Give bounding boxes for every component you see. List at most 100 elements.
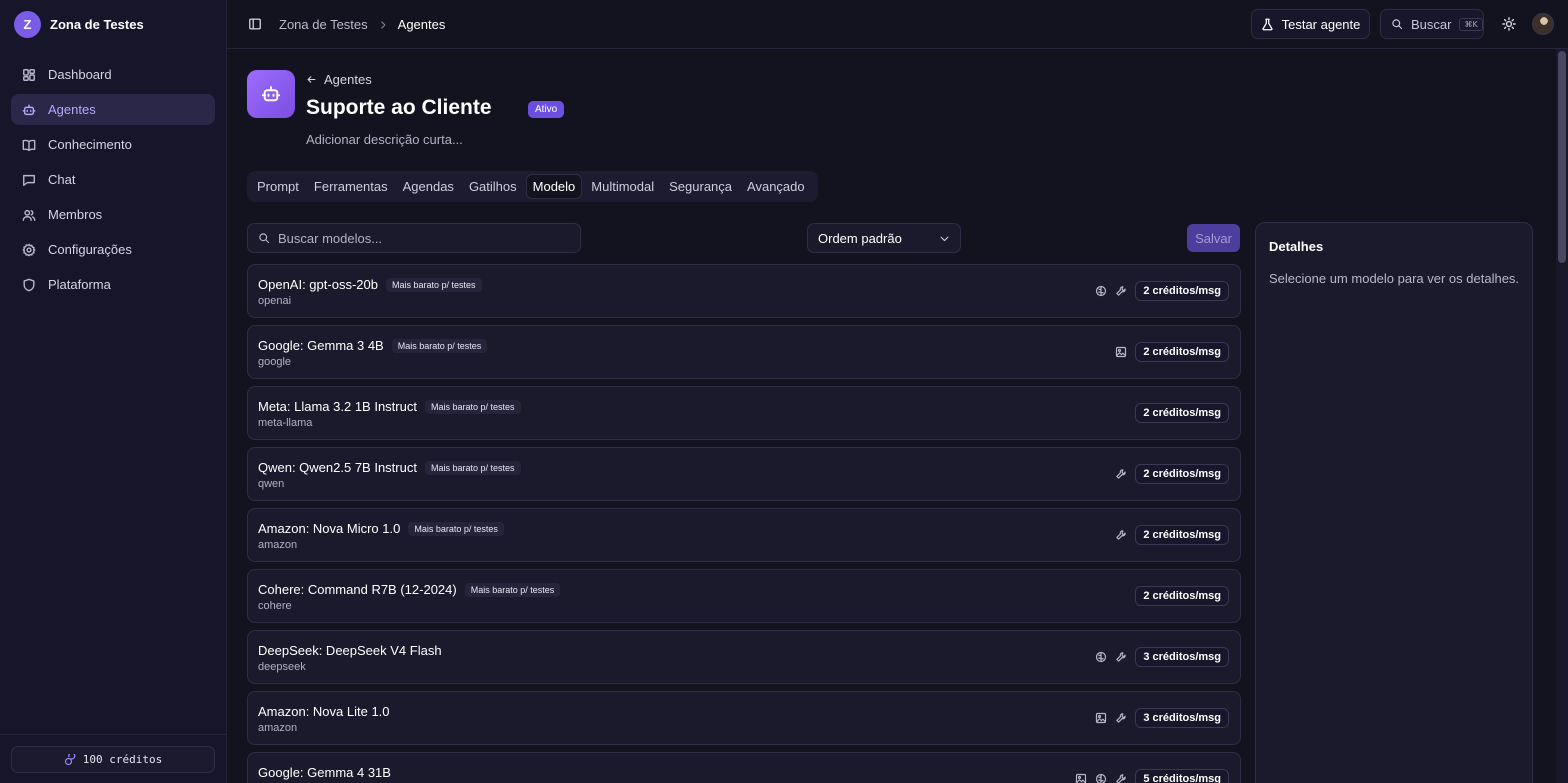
users-icon [22, 208, 36, 222]
model-name-line: Google: Gemma 4 31B [258, 765, 391, 780]
agent-description-field[interactable]: Adicionar descrição curta... [306, 132, 463, 147]
model-name-line: OpenAI: gpt-oss-20b Mais barato p/ testes [258, 277, 482, 292]
tab-agendas[interactable]: Agendas [397, 174, 460, 199]
model-name-line: DeepSeek: DeepSeek V4 Flash [258, 643, 442, 658]
shortcut-badge: ⌘K [1459, 17, 1483, 31]
model-provider: google [258, 356, 292, 368]
tab-avancado[interactable]: Avançado [741, 174, 811, 199]
model-row[interactable]: Google: Gemma 4 31Bgoogle5 créditos/msg [247, 752, 1241, 783]
price-badge: 2 créditos/msg [1135, 403, 1229, 423]
cheapest-badge: Mais barato p/ testes [391, 338, 488, 353]
topbar: Zona de Testes Agentes Testar agente Bus… [227, 0, 1568, 49]
agent-avatar [247, 70, 295, 118]
price-badge: 2 créditos/msg [1135, 342, 1229, 362]
cheapest-badge: Mais barato p/ testes [464, 582, 561, 597]
global-search-button[interactable]: Buscar ⌘K [1380, 9, 1484, 39]
price-badge: 3 créditos/msg [1135, 647, 1229, 667]
image-icon [1115, 346, 1127, 358]
sidebar-item-configuracoes[interactable]: Configurações [11, 234, 215, 265]
save-button[interactable]: Salvar [1187, 224, 1240, 252]
model-row[interactable]: Cohere: Command R7B (12-2024) Mais barato… [247, 569, 1241, 623]
tab-prompt[interactable]: Prompt [251, 174, 305, 199]
breadcrumb-current: Agentes [397, 17, 446, 32]
sidebar-nav: Dashboard Agentes Conhecimento Chat Memb… [11, 59, 215, 304]
model-meta: 2 créditos/msg [1115, 525, 1229, 545]
page-title[interactable]: Suporte ao Cliente [306, 96, 492, 120]
sidebar-item-chat[interactable]: Chat [11, 164, 215, 195]
model-name: OpenAI: gpt-oss-20b [258, 277, 378, 292]
price-badge: 2 créditos/msg [1135, 464, 1229, 484]
model-row[interactable]: Google: Gemma 3 4B Mais barato p/ testes g… [247, 325, 1241, 379]
tab-ferramentas[interactable]: Ferramentas [308, 174, 394, 199]
image-icon [1095, 712, 1107, 724]
tab-multimodal[interactable]: Multimodal [585, 174, 660, 199]
sidebar-item-dashboard[interactable]: Dashboard [11, 59, 215, 90]
tab-seguranca[interactable]: Segurança [663, 174, 738, 199]
sidebar-item-label: Dashboard [48, 67, 112, 82]
wrench-icon [1115, 773, 1127, 783]
model-list: OpenAI: gpt-oss-20b Mais barato p/ testes… [247, 264, 1241, 783]
chat-icon [22, 173, 36, 187]
image-icon [1075, 773, 1087, 783]
model-provider: cohere [258, 600, 292, 612]
scrollbar-thumb[interactable] [1558, 51, 1566, 263]
wrench-icon [1115, 468, 1127, 480]
model-row[interactable]: Meta: Llama 3.2 1B Instruct Mais barato p… [247, 386, 1241, 440]
back-label: Agentes [324, 72, 372, 87]
scrollbar[interactable] [1556, 49, 1568, 783]
sun-icon[interactable] [1502, 17, 1516, 31]
status-badge: Ativo [528, 101, 565, 118]
price-badge: 2 créditos/msg [1135, 525, 1229, 545]
model-row[interactable]: DeepSeek: DeepSeek V4 Flash deepseek 3 cré… [247, 630, 1241, 684]
bot-icon [261, 84, 281, 104]
sort-select-value: Ordem padrão [818, 230, 902, 246]
model-name: Qwen: Qwen2.5 7B Instruct [258, 460, 417, 475]
wrench-icon [1115, 285, 1127, 297]
bot-icon [22, 103, 36, 117]
model-provider: amazon [258, 722, 298, 734]
model-meta: 3 créditos/msg [1095, 708, 1229, 728]
model-search [247, 223, 581, 253]
tab-modelo[interactable]: Modelo [525, 174, 583, 199]
breadcrumb-workspace[interactable]: Zona de Testes [279, 17, 368, 32]
model-row[interactable]: Amazon: Nova Micro 1.0 Mais barato p/ tes… [247, 508, 1241, 562]
tab-gatilhos[interactable]: Gatilhos [463, 174, 523, 199]
sidebar-item-conhecimento[interactable]: Conhecimento [11, 129, 215, 160]
model-provider: openai [258, 295, 292, 307]
sidebar-item-label: Plataforma [48, 277, 111, 292]
sidebar-item-agentes[interactable]: Agentes [11, 94, 215, 125]
model-name-line: Meta: Llama 3.2 1B Instruct Mais barato p… [258, 399, 521, 414]
workspace-switcher[interactable]: Z Zona de Testes [14, 11, 144, 38]
wrench-icon [1115, 529, 1127, 541]
back-to-agents-link[interactable]: Agentes [306, 72, 372, 87]
model-name-line: Qwen: Qwen2.5 7B Instruct Mais barato p/ … [258, 460, 521, 475]
model-name: Meta: Llama 3.2 1B Instruct [258, 399, 417, 414]
chevron-right-icon [378, 20, 388, 30]
credits-button[interactable]: 100 créditos [11, 746, 215, 773]
sidebar: Z Zona de Testes Dashboard Agentes Conhe… [0, 0, 227, 783]
user-avatar[interactable] [1532, 13, 1554, 35]
book-icon [22, 138, 36, 152]
model-meta: 3 créditos/msg [1095, 647, 1229, 667]
sidebar-item-membros[interactable]: Membros [11, 199, 215, 230]
model-row[interactable]: OpenAI: gpt-oss-20b Mais barato p/ testes… [247, 264, 1241, 318]
sidebar-toggle-icon[interactable] [248, 17, 262, 31]
coins-icon [64, 753, 76, 766]
model-search-input[interactable] [278, 230, 568, 246]
sidebar-item-label: Chat [48, 172, 76, 187]
model-row[interactable]: Qwen: Qwen2.5 7B Instruct Mais barato p/ … [247, 447, 1241, 501]
test-agent-button[interactable]: Testar agente [1251, 9, 1370, 39]
workspace-avatar: Z [14, 11, 41, 38]
agent-tabs: Prompt Ferramentas Agendas Gatilhos Mode… [247, 171, 818, 202]
model-name: Cohere: Command R7B (12-2024) [258, 582, 457, 597]
cheapest-badge: Mais barato p/ testes [424, 460, 521, 475]
brain-icon [1095, 773, 1107, 783]
model-provider: deepseek [258, 661, 306, 673]
details-empty-text: Selecione um modelo para ver os detalhes… [1269, 271, 1520, 286]
sidebar-item-plataforma[interactable]: Plataforma [11, 269, 215, 300]
sort-select[interactable]: Ordem padrão [807, 223, 961, 253]
model-row[interactable]: Amazon: Nova Lite 1.0 amazon 3 créditos/ms… [247, 691, 1241, 745]
price-badge: 5 créditos/msg [1135, 769, 1229, 783]
credits-label: 100 créditos [82, 753, 163, 766]
model-meta: 2 créditos/msg [1115, 342, 1229, 362]
